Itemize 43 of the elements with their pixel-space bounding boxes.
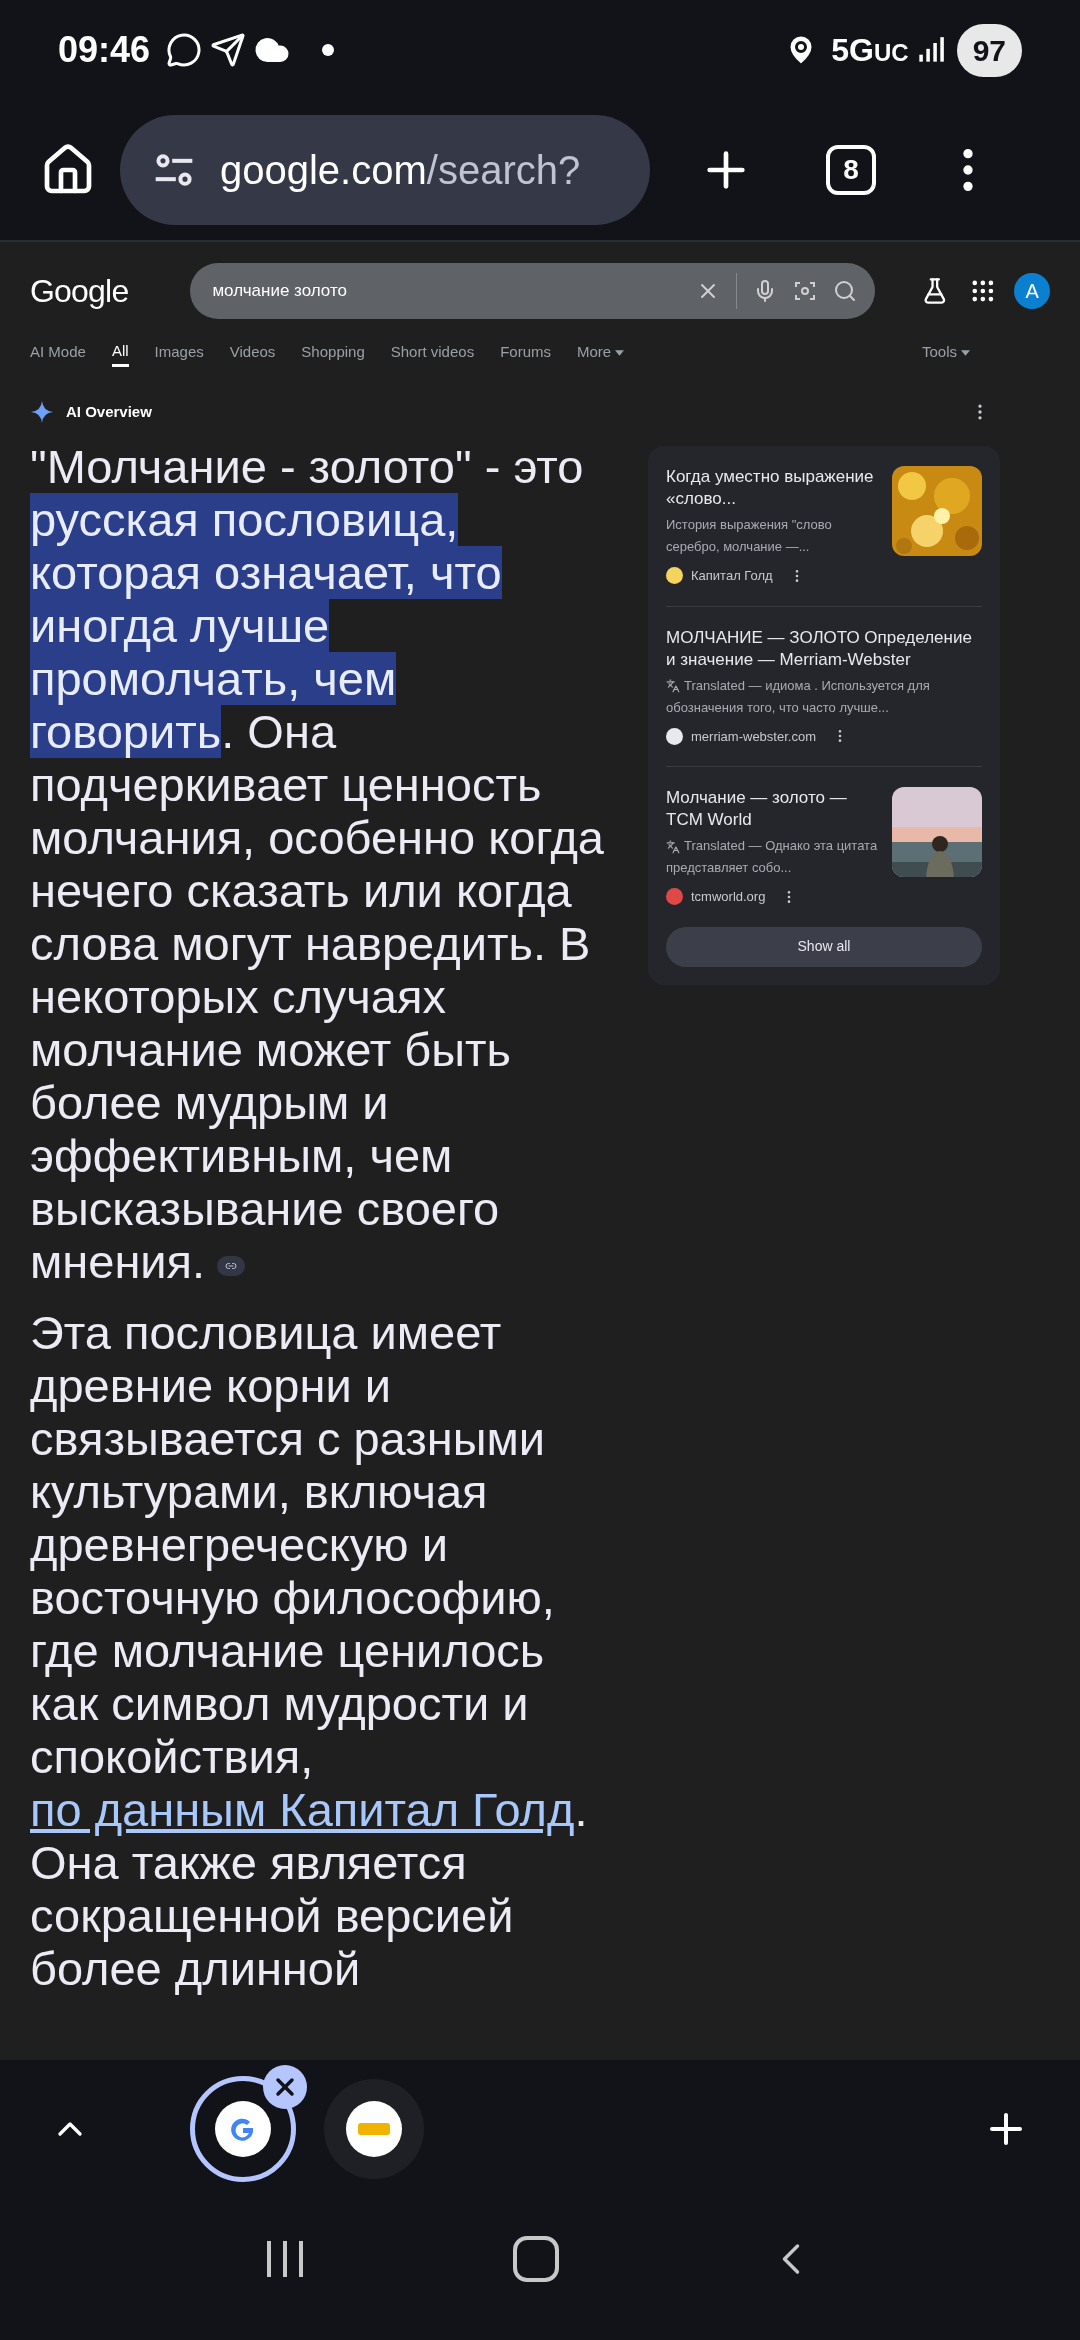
caret-icon — [961, 349, 970, 356]
link-chip[interactable] — [217, 1255, 246, 1276]
google-tab-icon[interactable] — [215, 2101, 271, 2157]
site-name[interactable]: Капитал Голд — [691, 566, 773, 586]
overview-paragraph: "Молчание - золото" - это русская пословица, которая означает, что иногда лучше промолчать, чем говорить. Она подчеркивает ценность молчания, особенно когда нечего сказать или когда слова могут навредить. В некоторых случаях молчание может быть более мудрым и эффективным, чем высказывание своего мнения. — [30, 440, 605, 1288]
site-tab-icon[interactable] — [346, 2101, 402, 2157]
search-tab[interactable]: Shopping — [301, 340, 365, 364]
search-tab[interactable]: AI Mode — [30, 340, 86, 364]
source-title[interactable]: МОЛЧАНИЕ — ЗОЛОТО Определение и значение — Merriam-Webster — [666, 626, 982, 671]
search-tab[interactable]: Forums — [500, 340, 551, 364]
tools-button[interactable]: Tools — [921, 340, 970, 364]
home-button[interactable] — [513, 2236, 559, 2282]
search-icon[interactable] — [833, 279, 858, 303]
search-tab[interactable]: Images — [154, 340, 204, 364]
source-snippet: Translated — идиома . Используется для обозначения того, что часто лучше... — [666, 676, 931, 717]
signal-icon — [916, 36, 945, 64]
url-text: google.com/search? — [220, 147, 581, 194]
search-tab[interactable]: All — [111, 336, 129, 368]
address-bar[interactable]: google.com/search? — [120, 115, 650, 225]
source-snippet: Translated — Однако эта цитата представляет собо... — [666, 837, 879, 877]
search-tab[interactable]: More — [577, 340, 625, 364]
network-label: 5GUC — [831, 31, 909, 70]
source-title[interactable]: Когда уместно выражение «слово... — [666, 466, 880, 510]
battery-badge: 97 — [956, 23, 1022, 77]
close-tab-icon[interactable] — [263, 2065, 307, 2109]
account-avatar[interactable]: A — [1014, 273, 1050, 309]
source-title[interactable]: Молчание — золото — TCM World — [666, 787, 880, 831]
clock: 09:46 — [58, 28, 151, 72]
tab-count-button[interactable]: 8 — [826, 145, 876, 195]
chat-icon — [166, 32, 203, 68]
paper-plane-icon — [210, 32, 247, 68]
ai-overview-title: AI Overview — [66, 401, 152, 422]
sparkle-icon — [30, 400, 54, 424]
site-name[interactable]: merriam-webster.com — [691, 726, 816, 746]
search-tab[interactable]: Videos — [229, 340, 276, 364]
show-all-button[interactable]: Show all — [666, 926, 982, 967]
site-name[interactable]: tcmworld.org — [691, 887, 766, 907]
overview-paragraph: Эта пословица имеет древние корни и связывается с разными культурами, включая древнегреческую и восточную философию, где молчание ценилось как символ мудрости и спокойствия, по данным Капитал Голд. Она также является сокращенной версией более длинной — [30, 1306, 589, 1995]
camera-icon[interactable] — [793, 279, 818, 303]
google-logo[interactable]: Google — [30, 267, 129, 315]
source-snippet: История выражения "слово серебро, молчание —... — [666, 516, 833, 556]
search-field[interactable]: молчание золото — [190, 263, 876, 319]
search-tab[interactable]: Short videos — [390, 340, 475, 364]
